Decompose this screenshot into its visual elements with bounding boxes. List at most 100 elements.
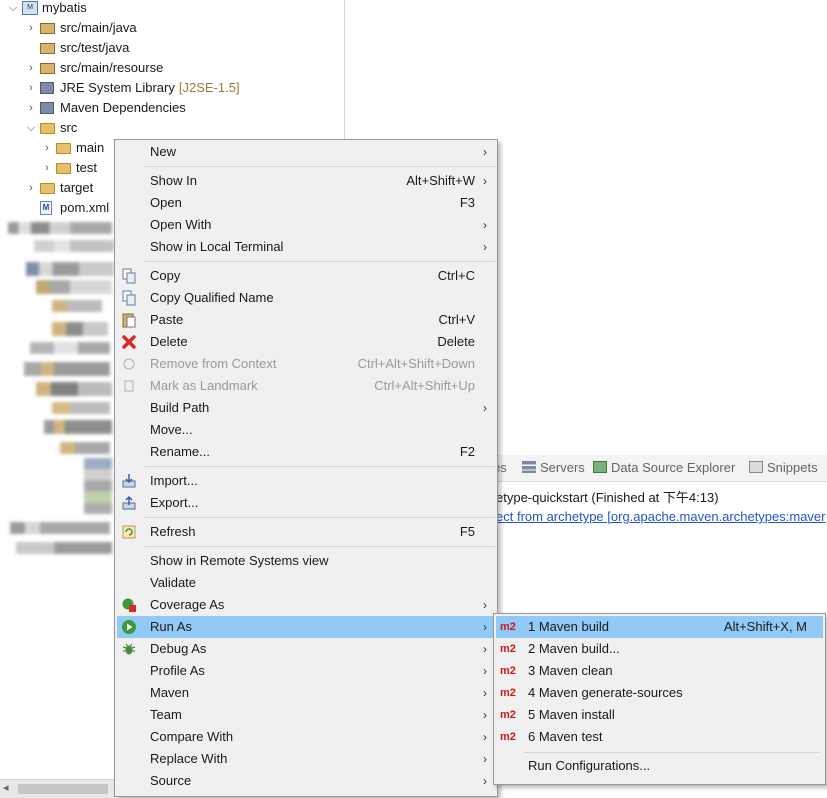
blurred-tree-row [36,280,112,294]
menu-item-open-with[interactable]: Open With › [117,214,495,236]
debug-icon [121,641,137,657]
chevron-down-icon[interactable]: ⌵ [6,0,20,18]
source-folder-icon [40,41,56,55]
blurred-tree-row [30,342,110,354]
submenu-item-maven-test[interactable]: m2 6 Maven test [496,726,823,748]
maven-m2-icon: m2 [500,621,516,633]
blurred-tree-row [52,402,110,414]
menu-item-coverage-as[interactable]: Coverage As › [117,594,495,616]
library-icon [40,81,56,95]
maven-m2-icon: m2 [500,687,516,699]
blurred-tree-row [44,420,112,434]
menu-item-show-in[interactable]: Show In Alt+Shift+W › [117,170,495,192]
chevron-right-icon[interactable]: › [40,138,54,158]
menu-item-copy[interactable]: Copy Ctrl+C [117,265,495,287]
menu-item-open[interactable]: Open F3 [117,192,495,214]
maven-m2-icon: m2 [500,709,516,721]
blurred-tree-row [52,300,102,312]
landmark-icon [121,378,137,394]
menu-item-export[interactable]: Export... [117,492,495,514]
submenu-arrow-icon: › [483,730,487,744]
maven-pom-file-icon: M [40,201,56,215]
tree-item-label: JRE System Library [60,80,175,95]
menu-item-show-in-local-terminal[interactable]: Show in Local Terminal › [117,236,495,258]
chevron-down-icon[interactable]: ⌵ [24,118,38,138]
maven-m2-icon: m2 [500,665,516,677]
submenu-arrow-icon: › [483,774,487,788]
submenu-item-maven-clean[interactable]: m2 3 Maven clean [496,660,823,682]
menu-item-mark-as-landmark: Mark as Landmark Ctrl+Alt+Shift+Up [117,375,495,397]
import-icon [121,473,137,489]
refresh-icon [121,524,137,540]
menu-item-validate[interactable]: Validate [117,572,495,594]
menu-item-run-as[interactable]: Run As › [117,616,495,638]
delete-icon [121,334,137,350]
chevron-right-icon[interactable]: › [24,18,38,38]
submenu-arrow-icon: › [483,664,487,678]
submenu-arrow-icon: › [483,145,487,159]
menu-item-build-path[interactable]: Build Path › [117,397,495,419]
blurred-tree-row [36,382,112,396]
chevron-right-icon[interactable]: › [24,78,38,98]
submenu-arrow-icon: › [483,752,487,766]
menu-item-team[interactable]: Team › [117,704,495,726]
menu-item-delete[interactable]: Delete Delete [117,331,495,353]
context-menu: New › Show In Alt+Shift+W › Open F3 Open Wit… [114,139,498,797]
submenu-arrow-icon: › [483,240,487,254]
menu-separator [524,752,819,753]
menu-item-profile-as[interactable]: Profile As › [117,660,495,682]
chevron-right-icon[interactable]: › [24,178,38,198]
menu-item-refresh[interactable]: Refresh F5 [117,521,495,543]
chevron-right-icon[interactable]: › [40,158,54,178]
tab-data-source-explorer[interactable]: Data Source Explorer [593,460,735,475]
blurred-tree-row [60,442,110,454]
console-link[interactable]: ect from archetype [org.apache.maven.arc… [496,509,826,524]
menu-item-show-in-remote-systems-view[interactable]: Show in Remote Systems view [117,550,495,572]
scroll-left-icon[interactable]: ◂ [3,781,9,794]
submenu-item-maven-install[interactable]: m2 5 Maven install [496,704,823,726]
tab-servers[interactable]: Servers [522,460,585,475]
menu-item-import[interactable]: Import... [117,470,495,492]
blurred-tree-row [24,362,110,376]
menu-item-rename[interactable]: Rename... F2 [117,441,495,463]
servers-icon [522,461,536,473]
submenu-item-run-configurations[interactable]: Run Configurations... [496,755,823,777]
submenu-arrow-icon: › [483,401,487,415]
snippets-icon [749,461,763,473]
submenu-arrow-icon: › [483,598,487,612]
folder-icon [56,161,72,175]
menu-item-replace-with[interactable]: Replace With › [117,748,495,770]
chevron-right-icon[interactable]: › [24,58,38,78]
blurred-tree-row [26,262,114,276]
submenu-arrow-icon: › [483,686,487,700]
menu-item-move[interactable]: Move... [117,419,495,441]
blurred-tree-row [8,222,112,234]
folder-icon [56,141,72,155]
submenu-item-maven-build-dialog[interactable]: m2 2 Maven build... [496,638,823,660]
menu-item-new[interactable]: New › [117,141,495,163]
console-status-line: etype-quickstart (Finished at 下午4:13) [496,490,719,505]
menu-separator [145,166,495,167]
tab-snippets[interactable]: Snippets [749,460,818,475]
menu-item-remove-from-context: Remove from Context Ctrl+Alt+Shift+Down [117,353,495,375]
jre-version-decoration: [J2SE-1.5] [178,80,240,95]
scrollbar-thumb[interactable] [18,784,108,794]
submenu-item-maven-build[interactable]: m2 1 Maven build Alt+Shift+X, M [496,616,823,638]
menu-item-debug-as[interactable]: Debug As › [117,638,495,660]
folder-icon [40,181,56,195]
run-as-submenu: m2 1 Maven build Alt+Shift+X, M m2 2 Maven … [493,613,826,785]
menu-item-source[interactable]: Source › [117,770,495,792]
horizontal-scrollbar[interactable]: ◂ [0,779,114,798]
menu-item-maven[interactable]: Maven › [117,682,495,704]
run-icon [121,619,137,635]
menu-item-paste[interactable]: Paste Ctrl+V [117,309,495,331]
submenu-arrow-icon: › [483,218,487,232]
chevron-right-icon[interactable]: › [24,98,38,118]
copy-qualified-name-icon [121,290,137,306]
blurred-tree-row [34,240,114,252]
blurred-tree-row [10,522,110,534]
menu-item-compare-with[interactable]: Compare With › [117,726,495,748]
submenu-item-maven-generate-sources[interactable]: m2 4 Maven generate-sources [496,682,823,704]
submenu-arrow-icon: › [483,642,487,656]
menu-item-copy-qualified-name[interactable]: Copy Qualified Name [117,287,495,309]
